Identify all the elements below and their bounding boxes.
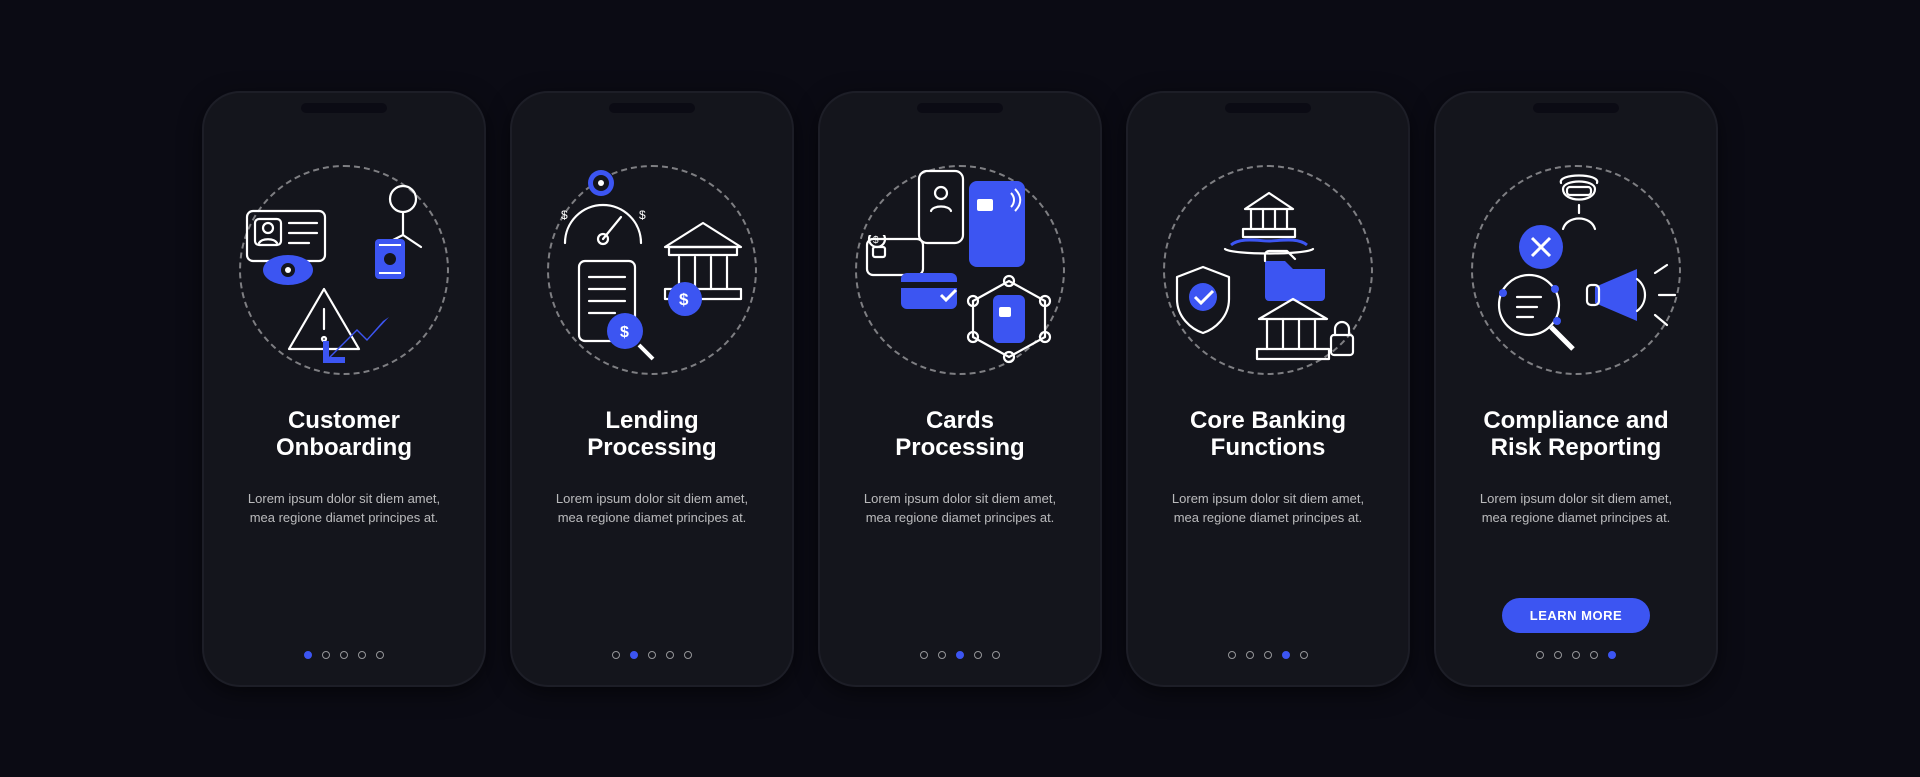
svg-text:$: $ [639, 208, 646, 222]
customer-onboarding-icon [239, 165, 449, 375]
pagination-dot[interactable] [1608, 651, 1616, 659]
pagination-dots [1228, 651, 1308, 659]
pagination-dot[interactable] [1282, 651, 1290, 659]
pagination-dots [920, 651, 1000, 659]
pagination-dot[interactable] [938, 651, 946, 659]
pagination-dot[interactable] [1590, 651, 1598, 659]
onboarding-screen-3: $ Cards Processing Lorem ipsum [820, 93, 1100, 685]
pagination-dot[interactable] [376, 651, 384, 659]
screen-description: Lorem ipsum dolor sit diem amet, mea reg… [1471, 490, 1681, 528]
svg-text:$: $ [873, 235, 879, 246]
pagination-dot[interactable] [340, 651, 348, 659]
svg-text:$: $ [620, 324, 629, 341]
pagination-dot[interactable] [1572, 651, 1580, 659]
learn-more-button[interactable]: LEARN MORE [1502, 598, 1650, 633]
onboarding-screen-5: Compliance and Risk Reporting Lorem ipsu… [1436, 93, 1716, 685]
pagination-dot[interactable] [956, 651, 964, 659]
screen-description: Lorem ipsum dolor sit diem amet, mea reg… [1163, 490, 1373, 528]
pagination-dot[interactable] [1300, 651, 1308, 659]
phone-notch [1225, 103, 1311, 113]
phone-notch [1533, 103, 1619, 113]
pagination-dot[interactable] [1228, 651, 1236, 659]
svg-text:$: $ [561, 208, 568, 222]
screen-title: Compliance and Risk Reporting [1483, 407, 1668, 462]
phone-notch [301, 103, 387, 113]
cards-processing-icon: $ [855, 165, 1065, 375]
svg-text:$: $ [679, 290, 689, 309]
pagination-dot[interactable] [666, 651, 674, 659]
pagination-dot[interactable] [920, 651, 928, 659]
core-banking-icon [1163, 165, 1373, 375]
pagination-dot[interactable] [684, 651, 692, 659]
screen-description: Lorem ipsum dolor sit diem amet, mea reg… [239, 490, 449, 528]
screen-title: Cards Processing [895, 407, 1024, 462]
screen-title: Customer Onboarding [276, 407, 412, 462]
screen-title: Core Banking Functions [1190, 407, 1346, 462]
pagination-dot[interactable] [648, 651, 656, 659]
pagination-dot[interactable] [1264, 651, 1272, 659]
pagination-dot[interactable] [1554, 651, 1562, 659]
phone-notch [609, 103, 695, 113]
pagination-dot[interactable] [358, 651, 366, 659]
lending-processing-icon: $ $ $ [547, 165, 757, 375]
onboarding-screen-4: Core Banking Functions Lorem ipsum dolor… [1128, 93, 1408, 685]
pagination-dots [304, 651, 384, 659]
screen-title: Lending Processing [587, 407, 716, 462]
pagination-dot[interactable] [322, 651, 330, 659]
onboarding-screen-2: $ $ $ [512, 93, 792, 685]
pagination-dot[interactable] [1246, 651, 1254, 659]
onboarding-carousel-stage: Customer Onboarding Lorem ipsum dolor si… [0, 0, 1920, 777]
pagination-dots [1536, 651, 1616, 659]
pagination-dot[interactable] [992, 651, 1000, 659]
phone-notch [917, 103, 1003, 113]
compliance-risk-icon [1471, 165, 1681, 375]
pagination-dot[interactable] [612, 651, 620, 659]
pagination-dot[interactable] [1536, 651, 1544, 659]
onboarding-screen-1: Customer Onboarding Lorem ipsum dolor si… [204, 93, 484, 685]
pagination-dot[interactable] [974, 651, 982, 659]
pagination-dot[interactable] [304, 651, 312, 659]
pagination-dot[interactable] [630, 651, 638, 659]
pagination-dots [612, 651, 692, 659]
screen-description: Lorem ipsum dolor sit diem amet, mea reg… [855, 490, 1065, 528]
screen-description: Lorem ipsum dolor sit diem amet, mea reg… [547, 490, 757, 528]
